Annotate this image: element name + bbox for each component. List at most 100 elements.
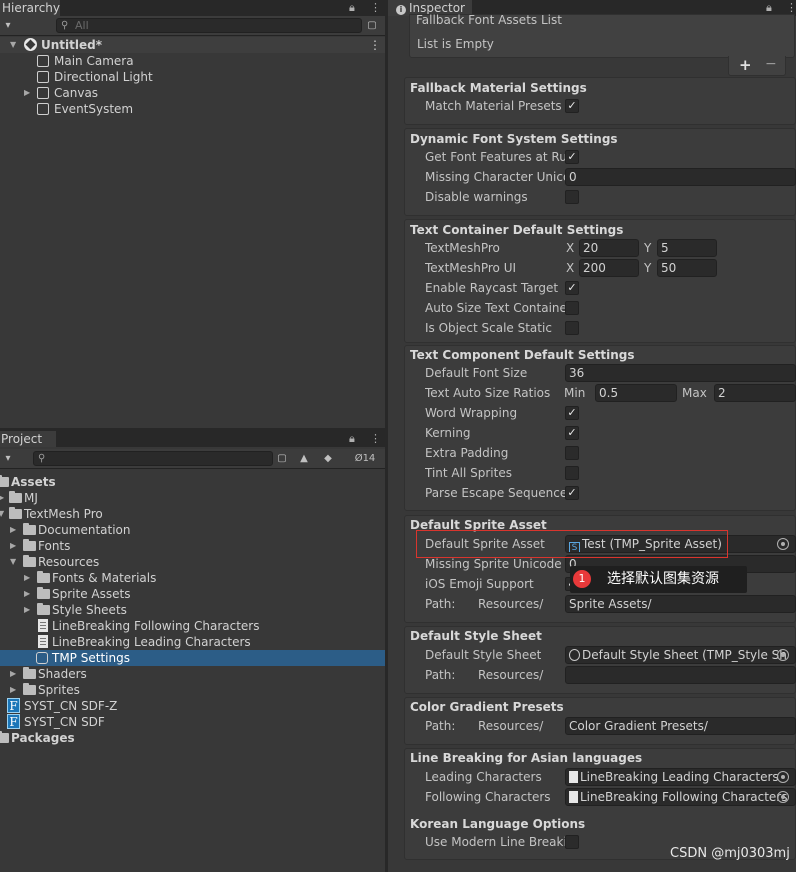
raycast-target-checkbox[interactable]: ✓	[565, 281, 579, 295]
following-characters-label: Following Characters	[425, 790, 551, 804]
tree-item-syst-cn[interactable]: F SYST_CN SDF	[0, 714, 385, 730]
sprite-path-field[interactable]: Sprite Assets/	[565, 595, 796, 613]
folder-icon	[23, 667, 36, 679]
label-tag-icon[interactable]: ◆	[320, 451, 336, 466]
tab-hierarchy[interactable]: Hierarchy	[0, 0, 60, 16]
object-picker-icon[interactable]	[777, 791, 789, 803]
create-dropdown-icon[interactable]: ▾	[0, 451, 16, 466]
lock-icon[interactable]: 🔒︎	[349, 0, 355, 16]
expand-arrow-icon[interactable]: ▶	[10, 666, 16, 682]
scene-menu-icon[interactable]: ⋮	[369, 37, 381, 53]
auto-size-container-label: Auto Size Text Container	[425, 301, 565, 315]
tree-item-syst-cn-z[interactable]: F SYST_CN SDF-Z	[0, 698, 385, 714]
min-ratio-field[interactable]: 0.5	[595, 384, 677, 402]
parse-escape-checkbox[interactable]: ✓	[565, 486, 579, 500]
hidden-packages-icon[interactable]: Ø14	[346, 451, 384, 466]
remove-element-button[interactable]: −	[765, 56, 777, 72]
tree-item-lb-leading[interactable]: LineBreaking Leading Characters	[0, 634, 385, 650]
tree-item-shaders[interactable]: ▶ Shaders	[0, 666, 385, 682]
color-gradient-title: Color Gradient Presets	[410, 700, 564, 714]
tree-item-style-sheets[interactable]: ▶ Style Sheets	[0, 602, 385, 618]
tab-project[interactable]: Project	[0, 431, 56, 447]
gameobject-icon	[37, 87, 49, 99]
search-icon: ⚲	[38, 453, 46, 464]
default-font-size-field[interactable]: 36	[565, 364, 796, 382]
tree-item-mj[interactable]: ▶ MJ	[0, 490, 385, 506]
get-font-features-checkbox[interactable]: ✓	[565, 150, 579, 164]
word-wrapping-checkbox[interactable]: ✓	[565, 406, 579, 420]
more-menu-icon[interactable]: ⋮	[370, 431, 381, 447]
object-picker-icon[interactable]	[777, 538, 789, 550]
tmpui-x-field[interactable]: 200	[579, 259, 639, 277]
modern-line-breaking-checkbox[interactable]	[565, 835, 579, 849]
match-material-presets-checkbox[interactable]: ✓	[565, 99, 579, 113]
inspector-scrollbar[interactable]	[388, 16, 402, 872]
expand-arrow-icon[interactable]: ▶	[0, 490, 4, 506]
expand-arrow-icon[interactable]: ▼	[0, 506, 4, 522]
expand-arrow-icon[interactable]: ▼	[10, 37, 16, 53]
hierarchy-item[interactable]: Main Camera	[0, 53, 385, 69]
project-tabbar: Project 🔒︎ ⋮	[0, 431, 385, 447]
tree-item-fonts-materials[interactable]: ▶ Fonts & Materials	[0, 570, 385, 586]
expand-arrow-icon[interactable]: ▼	[10, 554, 16, 570]
object-picker-icon[interactable]	[777, 649, 789, 661]
tmpui-y-field[interactable]: 50	[657, 259, 717, 277]
extra-padding-checkbox[interactable]	[565, 446, 579, 460]
kerning-label: Kerning	[425, 426, 471, 440]
disable-warnings-checkbox[interactable]	[565, 190, 579, 204]
tree-item-sprite-assets[interactable]: ▶ Sprite Assets	[0, 586, 385, 602]
filter-type-icon[interactable]: ▲	[296, 451, 312, 466]
missing-character-field[interactable]: 0	[565, 168, 796, 186]
expand-arrow-icon[interactable]: ▶	[24, 586, 30, 602]
tree-item-textmesh-pro[interactable]: ▼ TextMesh Pro	[0, 506, 385, 522]
scene-row[interactable]: ▼ Untitled* ⋮	[0, 37, 385, 53]
expand-arrow-icon[interactable]: ▶	[10, 538, 16, 554]
tree-item-label: Documentation	[38, 523, 131, 537]
tree-item-lb-following[interactable]: LineBreaking Following Characters	[0, 618, 385, 634]
gradient-path-field[interactable]: Color Gradient Presets/	[565, 717, 796, 735]
default-style-sheet-field[interactable]: Default Style Sheet (TMP_Style Sh	[565, 646, 796, 664]
tmp-x-field[interactable]: 20	[579, 239, 639, 257]
expand-arrow-icon[interactable]: ▶	[24, 602, 30, 618]
max-ratio-field[interactable]: 2	[714, 384, 796, 402]
object-picker-icon[interactable]	[777, 771, 789, 783]
settings-asset-icon	[36, 652, 48, 664]
tint-sprites-checkbox[interactable]	[565, 466, 579, 480]
expand-arrow-icon[interactable]: ▶	[10, 522, 16, 538]
hierarchy-item[interactable]: EventSystem	[0, 101, 385, 117]
add-element-button[interactable]: +	[739, 56, 752, 74]
tree-item-fonts[interactable]: ▶ Fonts	[0, 538, 385, 554]
search-by-type-icon[interactable]: ▢	[274, 451, 290, 466]
annotation-highlight-box	[416, 530, 728, 558]
search-options-icon[interactable]: ▢	[364, 18, 380, 33]
project-search-input[interactable]: ⚲	[33, 451, 273, 466]
style-path-field[interactable]	[565, 666, 796, 684]
auto-size-container-checkbox[interactable]	[565, 301, 579, 315]
kerning-checkbox[interactable]: ✓	[565, 426, 579, 440]
expand-arrow-icon[interactable]: ▶	[24, 570, 30, 586]
modern-line-breaking-label: Use Modern Line Breakin	[425, 835, 565, 849]
tree-item-label: Fonts	[38, 539, 71, 553]
tmp-y-field[interactable]: 5	[657, 239, 717, 257]
tree-item-assets[interactable]: Assets	[0, 474, 385, 490]
expand-arrow-icon[interactable]: ▶	[24, 85, 30, 101]
more-menu-icon[interactable]: ⋮	[370, 0, 381, 16]
hierarchy-item[interactable]: ▶ Canvas	[0, 85, 385, 101]
lock-icon[interactable]: 🔒︎	[349, 431, 355, 447]
watermark: CSDN @mj0303mj	[670, 846, 790, 861]
tree-item-tmp-settings[interactable]: TMP Settings	[0, 650, 385, 666]
hierarchy-tab-label: Hierarchy	[2, 1, 61, 15]
scale-static-checkbox[interactable]	[565, 321, 579, 335]
create-dropdown-icon[interactable]: ▾	[0, 18, 16, 33]
default-style-sheet-label: Default Style Sheet	[425, 648, 542, 662]
expand-arrow-icon[interactable]: ▶	[10, 682, 16, 698]
tree-item-packages[interactable]: Packages	[0, 730, 385, 746]
tree-item-documentation[interactable]: ▶ Documentation	[0, 522, 385, 538]
hierarchy-item[interactable]: Directional Light	[0, 69, 385, 85]
leading-characters-field[interactable]: LineBreaking Leading Characters	[565, 768, 796, 786]
hierarchy-search-input[interactable]: ⚲ All	[56, 18, 362, 33]
folder-icon	[37, 587, 50, 599]
tree-item-resources[interactable]: ▼ Resources	[0, 554, 385, 570]
following-characters-field[interactable]: LineBreaking Following Characters	[565, 788, 796, 806]
tree-item-sprites[interactable]: ▶ Sprites	[0, 682, 385, 698]
